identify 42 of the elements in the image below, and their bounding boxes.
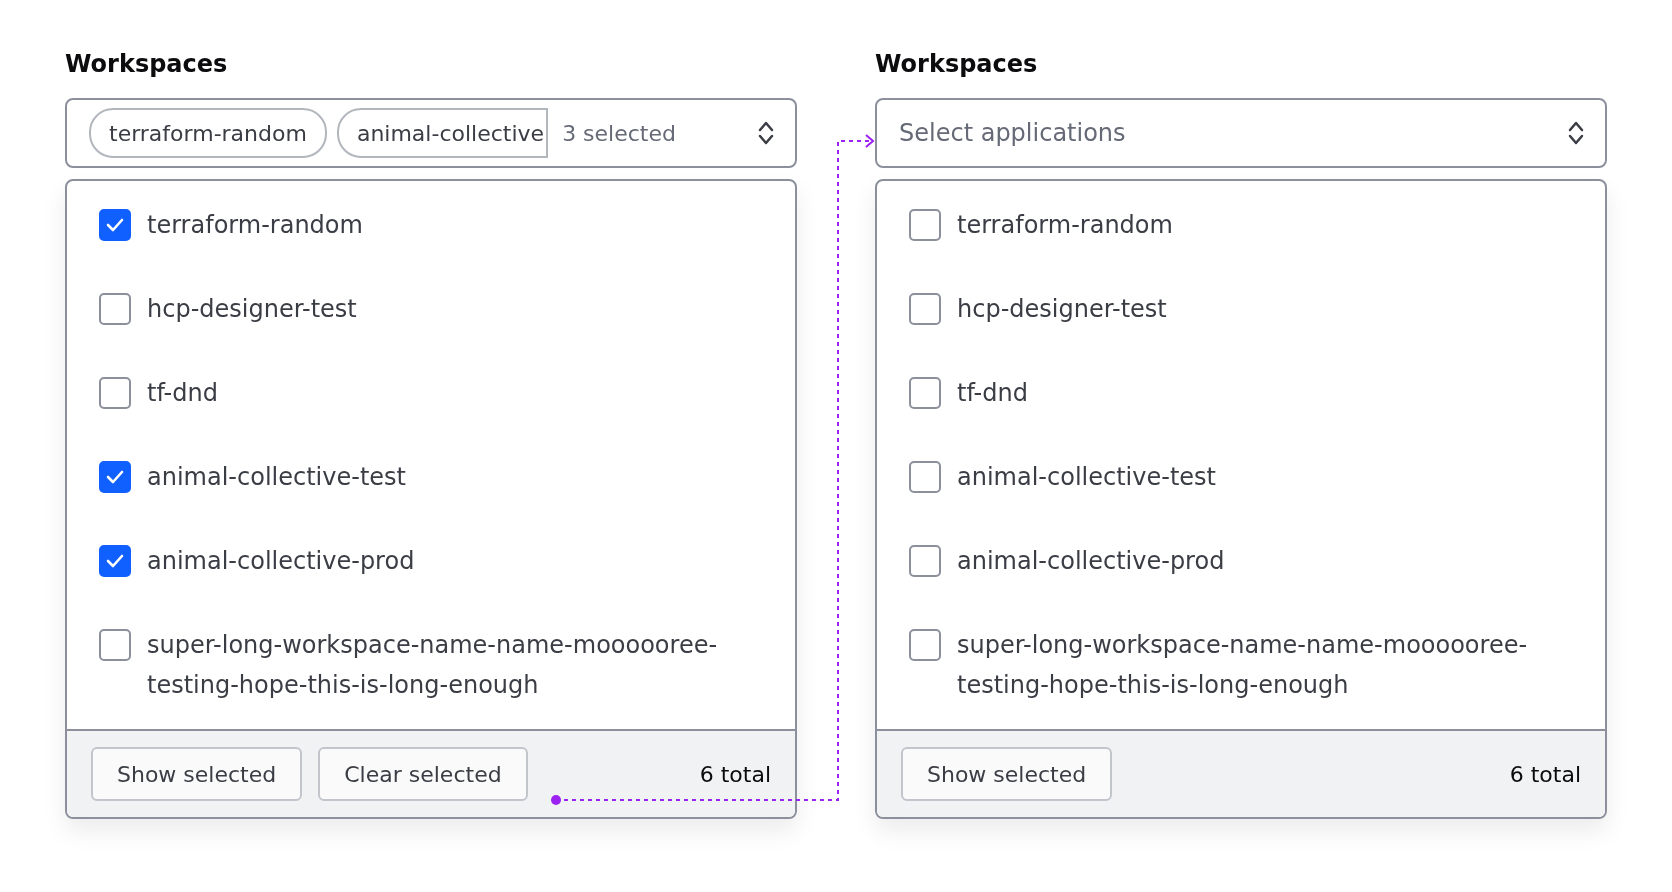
option-label[interactable]: animal-collective-test <box>957 457 1216 497</box>
checkbox[interactable] <box>99 209 131 241</box>
total-count: 6 total <box>699 761 771 787</box>
checkbox[interactable] <box>99 545 131 577</box>
field-label: Workspaces <box>875 50 1038 78</box>
footer-button[interactable]: Show selected <box>91 747 303 801</box>
checkmark-icon <box>106 554 124 568</box>
option-label[interactable]: super-long-workspace-name-name-moooooree-testing-hope-this-is-long-enough <box>147 625 775 705</box>
footer-button[interactable]: Clear selected <box>318 747 528 801</box>
tag-chip: animal-collective <box>336 108 549 158</box>
placeholder-text: Select applications <box>899 119 1127 147</box>
checkbox[interactable] <box>99 293 131 325</box>
checkbox[interactable] <box>909 545 941 577</box>
option-label[interactable]: tf-dnd <box>147 373 218 413</box>
option-label[interactable]: terraform-random <box>957 205 1173 245</box>
chevron-up-down-icon <box>757 120 775 146</box>
checkmark-icon <box>106 218 124 232</box>
option-label[interactable]: animal-collective-prod <box>147 541 415 581</box>
checkbox[interactable] <box>909 209 941 241</box>
checkbox[interactable] <box>99 461 131 493</box>
field-label: Workspaces <box>65 50 228 78</box>
option-label[interactable]: animal-collective-prod <box>957 541 1225 581</box>
total-count: 6 total <box>1509 761 1581 787</box>
option-label[interactable]: hcp-designer-test <box>957 289 1167 329</box>
option-label[interactable]: super-long-workspace-name-name-moooooree-testing-hope-this-is-long-enough <box>957 625 1585 705</box>
footer-button[interactable]: Show selected <box>901 747 1113 801</box>
checkbox[interactable] <box>99 629 131 661</box>
combobox[interactable]: terraform-random animal-collective 3 selected <box>65 98 797 168</box>
selected-count: 3 selected <box>562 120 676 146</box>
option-label[interactable]: hcp-designer-test <box>147 289 357 329</box>
checkbox[interactable] <box>909 293 941 325</box>
chevron-up-down-icon <box>1567 120 1585 146</box>
checkmark-icon <box>106 470 124 484</box>
option-label[interactable]: terraform-random <box>147 205 363 245</box>
checkbox[interactable] <box>909 377 941 409</box>
option-label[interactable]: animal-collective-test <box>147 457 406 497</box>
combobox[interactable]: Select applications <box>875 98 1607 168</box>
checkbox[interactable] <box>99 377 131 409</box>
checkbox[interactable] <box>909 629 941 661</box>
checkbox[interactable] <box>909 461 941 493</box>
option-label[interactable]: tf-dnd <box>957 373 1028 413</box>
tag-chip: terraform-random <box>89 108 327 158</box>
